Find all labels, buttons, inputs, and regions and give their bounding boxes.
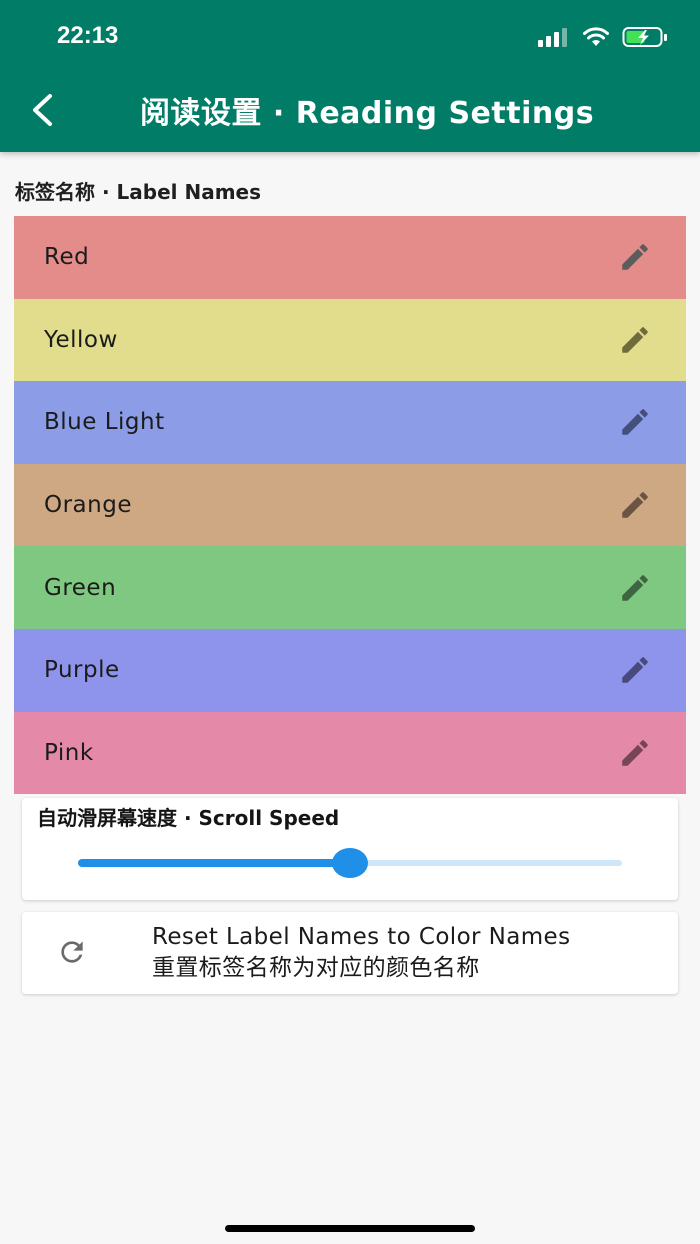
scroll-speed-slider[interactable]: [78, 848, 622, 878]
pencil-icon: [622, 409, 648, 436]
label-row-blue-light[interactable]: Blue Light: [14, 381, 686, 464]
wifi-icon: [583, 27, 609, 46]
page-title: 阅读设置 · Reading Settings: [139, 96, 595, 131]
scroll-speed-title: 自动滑屏幕速度 · Scroll Speed: [37, 806, 340, 830]
reset-label-chinese: 重置标签名称为对应的颜色名称: [152, 955, 480, 981]
edit-button[interactable]: [616, 486, 654, 524]
scroll-speed-card: 自动滑屏幕速度 · Scroll Speed: [22, 798, 678, 900]
refresh-icon: [61, 941, 83, 963]
label-name: Orange: [44, 492, 132, 519]
label-row-green[interactable]: Green: [14, 546, 686, 629]
edit-button[interactable]: [616, 238, 654, 276]
app-bar: 22:13 阅读设置 · Reading Settings: [0, 0, 700, 152]
pencil-icon: [622, 492, 648, 518]
label-row-orange[interactable]: Orange: [14, 463, 686, 547]
edit-button[interactable]: [616, 651, 654, 689]
reset-label: Reset Label Names to Color Names 重置标签名称为…: [152, 922, 570, 984]
label-name: Red: [44, 244, 90, 271]
edit-button[interactable]: [616, 734, 654, 772]
pencil-icon: [622, 327, 648, 353]
label-list: Red Yellow Blue Light Orange Green Purpl…: [14, 216, 686, 795]
home-indicator: [225, 1225, 475, 1232]
label-name: Yellow: [44, 326, 118, 353]
battery-charging-icon: [622, 27, 667, 47]
edit-button[interactable]: [616, 403, 654, 441]
pencil-icon: [622, 244, 648, 271]
edit-button[interactable]: [616, 321, 654, 359]
reset-labels-button[interactable]: Reset Label Names to Color Names 重置标签名称为…: [22, 912, 678, 994]
label-row-purple[interactable]: Purple: [14, 628, 686, 712]
pencil-icon: [622, 740, 648, 766]
status-icons: [538, 24, 668, 50]
slider-active-track: [78, 859, 350, 867]
label-row-pink[interactable]: Pink: [14, 711, 686, 795]
edit-button[interactable]: [616, 569, 654, 607]
label-name: Green: [44, 574, 117, 601]
pencil-icon: [622, 657, 648, 684]
cellular-signal-icon: [538, 28, 567, 47]
label-names-heading: 标签名称 · Label Names: [15, 180, 262, 204]
label-row-yellow[interactable]: Yellow: [14, 298, 686, 382]
label-name: Purple: [44, 657, 120, 684]
label-name: Pink: [44, 739, 94, 766]
label-row-red[interactable]: Red: [14, 216, 686, 299]
slider-thumb[interactable]: [332, 848, 368, 878]
status-time: 22:13: [57, 22, 119, 49]
reset-label-english: Reset Label Names to Color Names: [152, 924, 571, 950]
label-name: Blue Light: [44, 409, 165, 436]
pencil-icon: [622, 574, 648, 601]
